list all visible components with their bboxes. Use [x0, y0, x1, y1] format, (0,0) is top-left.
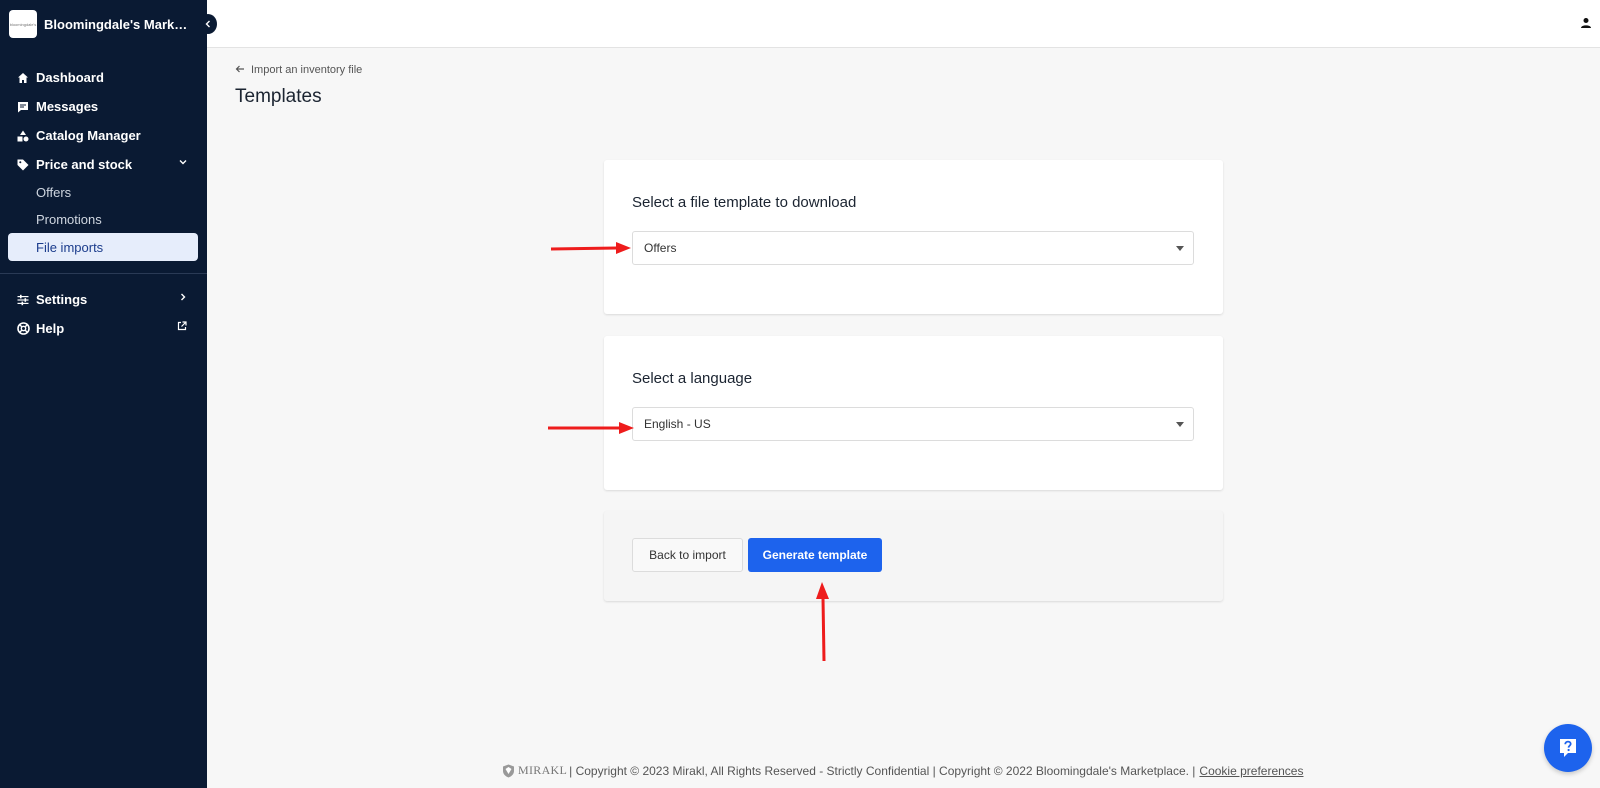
sidebar-item-label: Catalog Manager [36, 128, 141, 143]
template-card-title: Select a file template to download [632, 194, 857, 211]
main-content: Import an inventory file Templates Selec… [207, 48, 1600, 788]
help-question-icon [1560, 739, 1576, 757]
sidebar-item-help[interactable]: Help [0, 314, 207, 343]
footer: MIRAKL | Copyright © 2023 Mirakl, All Ri… [502, 763, 1303, 778]
sidebar-item-messages[interactable]: Messages [0, 92, 207, 121]
home-icon [16, 71, 30, 85]
generate-template-button[interactable]: Generate template [748, 538, 882, 572]
sidebar-subitem-file-imports[interactable]: File imports [8, 233, 198, 261]
sidebar-subitem-promotions[interactable]: Promotions [0, 206, 207, 233]
chevron-down-icon [179, 157, 187, 169]
caret-down-icon [1176, 422, 1184, 427]
external-link-icon [177, 321, 187, 334]
cookie-preferences-link[interactable]: Cookie preferences [1199, 764, 1303, 778]
sliders-icon [16, 293, 30, 307]
sidebar-item-price-and-stock[interactable]: Price and stock [0, 150, 207, 179]
footer-copyright: | Copyright © 2023 Mirakl, All Rights Re… [569, 763, 1196, 778]
arrow-left-icon [235, 63, 245, 77]
help-chat-button[interactable] [1544, 724, 1592, 772]
actions-card: Back to import Generate template [604, 511, 1223, 601]
shapes-icon [16, 129, 30, 143]
sidebar-item-settings[interactable]: Settings [0, 285, 207, 314]
collapse-sidebar-button[interactable] [199, 14, 217, 34]
sidebar-subitem-offers[interactable]: Offers [0, 179, 207, 206]
topbar [207, 0, 1600, 48]
tag-icon [16, 158, 30, 172]
back-to-import-button[interactable]: Back to import [632, 538, 743, 572]
page-title: Templates [235, 86, 322, 107]
template-select[interactable]: Offers [632, 231, 1194, 265]
sidebar: bloomingdale's Bloomingdale's Marketp...… [0, 0, 207, 788]
sidebar-item-label: Help [36, 321, 65, 336]
mirakl-shield-icon [503, 764, 514, 777]
template-card: Select a file template to download Offer… [604, 160, 1223, 314]
sidebar-item-label: Messages [36, 99, 99, 114]
lifebuoy-icon [16, 322, 30, 336]
sidebar-item-catalog-manager[interactable]: Catalog Manager [0, 121, 207, 150]
chevron-left-icon [205, 20, 210, 28]
language-select-value: English - US [644, 417, 711, 431]
brand-name: Bloomingdale's Marketp... [44, 16, 194, 32]
brand-logo-text: bloomingdale's [9, 21, 37, 27]
sidebar-item-label: Price and stock [36, 157, 133, 172]
template-select-value: Offers [644, 241, 677, 255]
brand[interactable]: bloomingdale's Bloomingdale's Marketp... [0, 0, 207, 48]
language-card-title: Select a language [632, 370, 753, 387]
sidebar-divider [0, 273, 207, 274]
caret-down-icon [1176, 246, 1184, 251]
breadcrumb[interactable]: Import an inventory file [235, 63, 362, 77]
sidebar-item-dashboard[interactable]: Dashboard [0, 63, 207, 92]
chevron-right-icon [179, 292, 187, 304]
sidebar-item-label: Settings [36, 292, 88, 307]
user-icon[interactable] [1580, 16, 1594, 30]
message-icon [16, 100, 30, 114]
sidebar-item-label: Dashboard [36, 70, 104, 85]
breadcrumb-label: Import an inventory file [251, 64, 363, 76]
brand-logo: bloomingdale's [9, 10, 37, 38]
mirakl-logo-text: MIRAKL [518, 763, 568, 777]
language-select[interactable]: English - US [632, 407, 1194, 441]
main-nav: Dashboard Messages Catalog Manager Price… [0, 63, 207, 343]
language-card: Select a language English - US [604, 336, 1223, 490]
